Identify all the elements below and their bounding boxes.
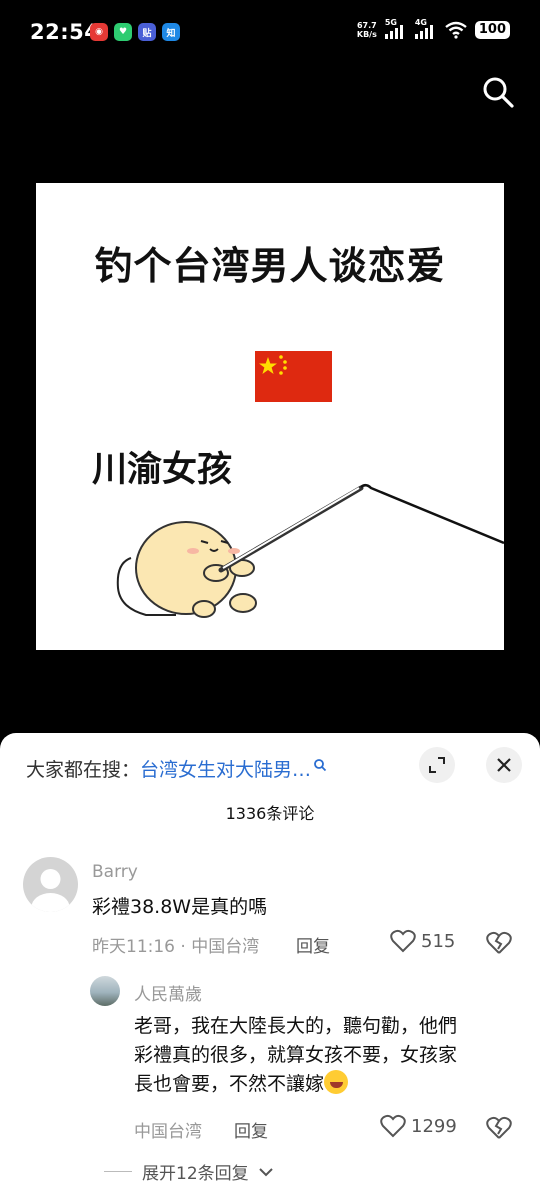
netease-music-icon: ◉ [90,23,108,41]
tieba-icon: 贴 [138,23,156,41]
signal-4g-icon: 4G [414,18,437,39]
reply-button[interactable]: 回复 [296,932,330,957]
avatar[interactable] [90,976,120,1006]
signal-5g-icon: 5G [384,18,407,39]
hot-search-query[interactable]: 台湾女生对大陆男… [140,755,311,782]
comment-meta: 昨天11:16 · 中国台湾 [92,937,260,957]
comment-location: 中国台湾 [191,937,260,957]
reply-text-line-content: 長也會要，不然不讓嫁 [134,1073,325,1095]
like-count: 1299 [411,1115,457,1137]
status-bar: 22:54 ◉ ♥ 贴 知 67.7 KB/s 5G 4G 100 [0,0,540,66]
heart-icon [380,1114,406,1138]
network-speed: 67.7 KB/s [357,21,377,39]
chevron-down-icon [258,1167,273,1176]
reply-text[interactable]: 老哥，我在大陸長大的，聽句勸，他們 彩禮真的很多，就算女孩不要，女孩家 長也會要… [134,1012,457,1099]
expand-icon [429,757,445,773]
close-button[interactable] [486,747,522,783]
wifi-icon [445,21,467,39]
like-count: 515 [421,930,456,952]
expand-replies-button[interactable]: 展开12条回复 [104,1159,273,1184]
comment-username[interactable]: Barry [92,862,138,882]
net-speed-value: 67.7 [356,21,377,30]
meme-title: 钓个台湾男人谈恋爱 [94,244,446,288]
sim1-label: 5G [384,18,397,27]
broken-heart-icon[interactable] [486,1115,512,1141]
close-icon [497,758,511,772]
post-image[interactable]: 钓个台湾男人谈恋爱 川渝女孩 [36,183,504,650]
reply-button[interactable]: 回复 [234,1117,268,1142]
chat-app-icon: ♥ [114,23,132,41]
sim2-label: 4G [414,18,427,27]
expand-button[interactable] [419,747,455,783]
avatar[interactable] [23,857,78,912]
comment-text[interactable]: 彩禮38.8W是真的嗎 [92,893,267,922]
hot-search-bar[interactable]: 大家都在搜： 台湾女生对大陆男… [26,755,327,782]
search-icon [314,758,327,771]
expand-replies-label: 展开12条回复 [142,1164,249,1184]
comment-count: 1336条评论 [225,804,315,823]
broken-heart-icon[interactable] [486,930,512,956]
status-time: 22:54 [30,20,100,44]
search-icon[interactable] [480,74,516,110]
heart-icon [390,929,416,953]
battery-indicator: 100 [474,21,510,39]
reply-text-line: 彩禮真的很多，就算女孩不要，女孩家 [134,1044,458,1066]
hot-search-label: 大家都在搜： [26,759,141,781]
china-flag-image [255,351,332,402]
reply-text-line: 老哥，我在大陸長大的，聽句勸，他們 [134,1015,458,1037]
reply-location: 中国台湾 [134,1122,202,1142]
reply-username[interactable]: 人民萬歲 [134,980,202,1005]
reply-text-line: 長也會要，不然不讓嫁 [134,1070,457,1099]
like-button[interactable]: 1299 [380,1114,457,1138]
notification-icons: ◉ ♥ 贴 知 [90,23,180,41]
zhihu-icon: 知 [162,23,180,41]
like-button[interactable]: 515 [390,929,455,953]
comment-time: 昨天11:16 [92,937,175,957]
system-indicators: 67.7 KB/s 5G 4G 100 [357,18,510,39]
comments-panel: 大家都在搜： 台湾女生对大陆男… 1336条评论 Barry 彩禮38.8W是真… [0,733,540,1200]
laughing-crying-emoji [324,1070,349,1094]
net-speed-unit: KB/s [356,30,377,39]
fishing-character-drawing [116,484,504,618]
divider [104,1171,132,1172]
